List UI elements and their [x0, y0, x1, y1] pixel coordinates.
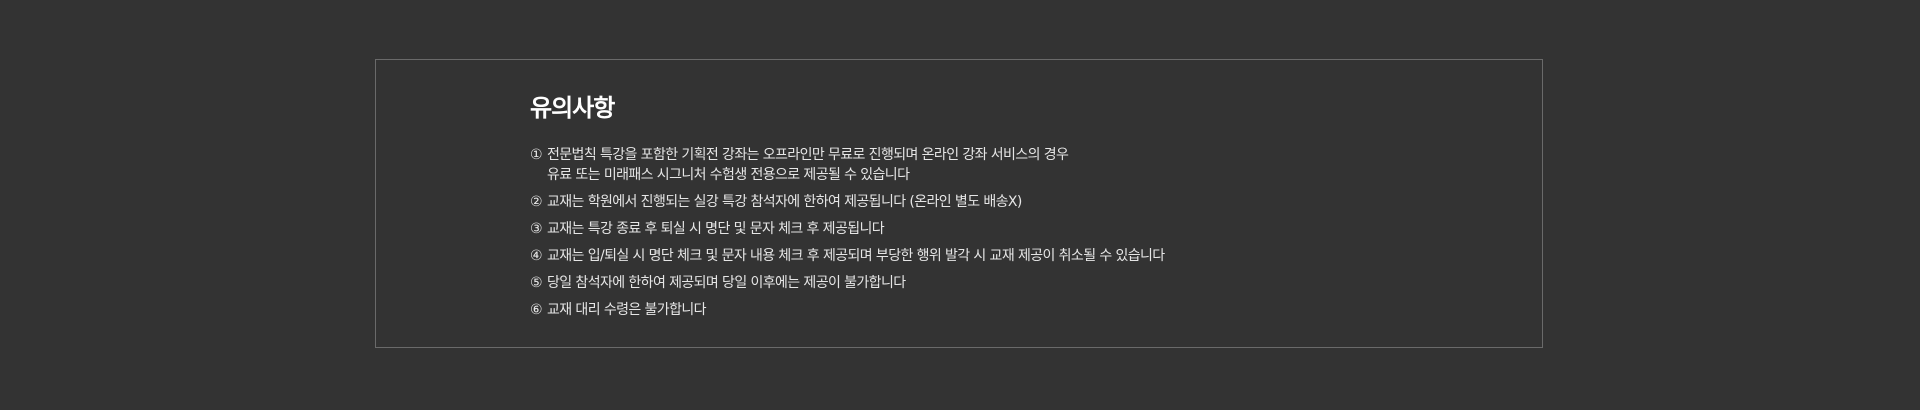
notice-title: 유의사항	[530, 94, 615, 122]
notice-item-text: 당일 참석자에 한하여 제공되며 당일 이후에는 제공이 불가합니다	[547, 273, 906, 293]
notice-item-line: 전문법칙 특강을 포함한 기획전 강좌는 오프라인만 무료로 진행되며 온라인 …	[547, 147, 1069, 163]
notice-item-4: ④ 교재는 입/퇴실 시 명단 체크 및 문자 내용 체크 후 제공되며 부당한…	[530, 246, 1165, 266]
notice-item-line: 유료 또는 미래패스 시그니처 수험생 전용으로 제공될 수 있습니다	[547, 167, 910, 183]
notice-list: ① 전문법칙 특강을 포함한 기획전 강좌는 오프라인만 무료로 진행되며 온라…	[530, 145, 1165, 320]
notice-item-6: ⑥ 교재 대리 수령은 불가합니다	[530, 300, 1165, 320]
notice-item-line: 당일 참석자에 한하여 제공되며 당일 이후에는 제공이 불가합니다	[547, 275, 906, 291]
notice-item-text: 교재는 학원에서 진행되는 실강 특강 참석자에 한하여 제공됩니다 (온라인 …	[547, 192, 1022, 212]
notice-content: 유의사항 ① 전문법칙 특강을 포함한 기획전 강좌는 오프라인만 무료로 진행…	[530, 93, 1165, 327]
notice-item-line: 교재는 특강 종료 후 퇴실 시 명단 및 문자 체크 후 제공됩니다	[547, 221, 885, 237]
notice-item-line: 교재는 입/퇴실 시 명단 체크 및 문자 내용 체크 후 제공되며 부당한 행…	[547, 248, 1165, 264]
notice-item-line: 교재 대리 수령은 불가합니다	[547, 302, 707, 318]
notice-item-text: 전문법칙 특강을 포함한 기획전 강좌는 오프라인만 무료로 진행되며 온라인 …	[547, 145, 1069, 185]
notice-box: 유의사항 ① 전문법칙 특강을 포함한 기획전 강좌는 오프라인만 무료로 진행…	[375, 59, 1543, 348]
notice-item-2: ② 교재는 학원에서 진행되는 실강 특강 참석자에 한하여 제공됩니다 (온라…	[530, 192, 1165, 212]
notice-item-number: ③	[530, 221, 543, 237]
notice-item-line: 교재는 학원에서 진행되는 실강 특강 참석자에 한하여 제공됩니다 (온라인 …	[547, 194, 1022, 210]
notice-item-1: ① 전문법칙 특강을 포함한 기획전 강좌는 오프라인만 무료로 진행되며 온라…	[530, 145, 1165, 185]
notice-item-text: 교재 대리 수령은 불가합니다	[547, 300, 707, 320]
notice-item-text: 교재는 입/퇴실 시 명단 체크 및 문자 내용 체크 후 제공되며 부당한 행…	[547, 246, 1165, 266]
notice-item-number: ①	[530, 147, 543, 163]
notice-item-number: ④	[530, 248, 543, 264]
notice-item-number: ⑥	[530, 302, 543, 318]
notice-item-text: 교재는 특강 종료 후 퇴실 시 명단 및 문자 체크 후 제공됩니다	[547, 219, 885, 239]
notice-item-number: ②	[530, 194, 543, 210]
notice-item-number: ⑤	[530, 275, 543, 291]
notice-item-5: ⑤ 당일 참석자에 한하여 제공되며 당일 이후에는 제공이 불가합니다	[530, 273, 1165, 293]
notice-item-3: ③ 교재는 특강 종료 후 퇴실 시 명단 및 문자 체크 후 제공됩니다	[530, 219, 1165, 239]
